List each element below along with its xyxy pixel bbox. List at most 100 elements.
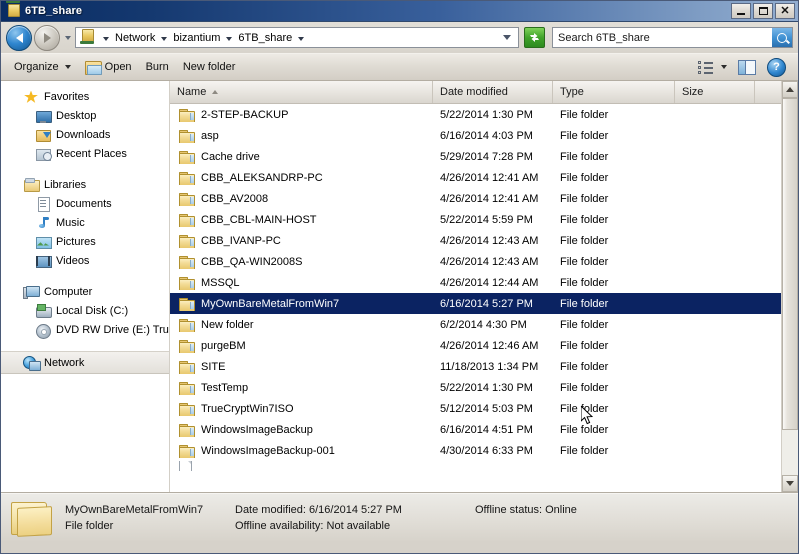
table-row[interactable]: asp 6/16/2014 4:03 PM File folder <box>170 125 798 146</box>
help-icon: ? <box>767 57 786 77</box>
table-row[interactable]: CBB_IVANP-PC 4/26/2014 12:43 AM File folde… <box>170 230 798 251</box>
cell-name[interactable]: New folder <box>170 318 433 332</box>
cell-date: 4/26/2014 12:43 AM <box>440 255 539 268</box>
column-header-date-modified[interactable]: Date modified <box>433 81 553 103</box>
recent-pages-dropdown[interactable] <box>62 26 73 50</box>
toolbar-right-group: ? <box>694 56 792 78</box>
cell-name[interactable]: MSSQL <box>170 276 433 290</box>
vertical-scrollbar[interactable] <box>781 81 798 492</box>
table-row[interactable] <box>170 461 798 471</box>
table-row[interactable]: purgeBM 4/26/2014 12:46 AM File folder <box>170 335 798 356</box>
help-button[interactable]: ? <box>763 56 790 78</box>
new-folder-button[interactable]: New folder <box>176 56 243 78</box>
table-row[interactable]: CBB_AV2008 4/26/2014 12:41 AM File folder <box>170 188 798 209</box>
folder-icon <box>179 402 195 416</box>
minimize-button[interactable] <box>731 3 751 19</box>
sidebar-item-downloads[interactable]: Downloads <box>1 125 169 144</box>
refresh-button[interactable] <box>524 27 545 48</box>
breadcrumb-separator-icon[interactable] <box>298 36 305 41</box>
search-input[interactable]: Search 6TB_share <box>553 32 772 44</box>
table-row[interactable]: Cache drive 5/29/2014 7:28 PM File folder <box>170 146 798 167</box>
cell-name[interactable]: TrueCryptWin7ISO <box>170 402 433 416</box>
breadcrumb-separator-icon[interactable] <box>161 36 168 41</box>
breadcrumb-separator-icon[interactable] <box>103 36 109 41</box>
scroll-down-button[interactable] <box>782 475 798 492</box>
chevron-down-icon[interactable] <box>503 35 511 40</box>
cell-name[interactable]: CBB_AV2008 <box>170 192 433 206</box>
sidebar-item-computer[interactable]: Computer <box>1 282 169 301</box>
search-button[interactable] <box>772 28 792 47</box>
open-button[interactable]: Open <box>78 56 139 78</box>
open-folder-icon <box>84 60 102 75</box>
table-row[interactable]: WindowsImageBackup-001 4/30/2014 6:33 PM F… <box>170 440 798 461</box>
sidebar-label-network: Network <box>44 356 85 369</box>
cell-name[interactable]: MyOwnBareMetalFromWin7 <box>170 297 433 311</box>
cell-name[interactable]: Cache drive <box>170 150 433 164</box>
forward-button[interactable] <box>34 24 60 51</box>
breadcrumb-bizantium[interactable]: bizantium <box>172 32 221 44</box>
breadcrumb-separator-icon[interactable] <box>226 36 233 41</box>
burn-button[interactable]: Burn <box>139 56 176 78</box>
table-row[interactable]: TrueCryptWin7ISO 5/12/2014 5:03 PM File fo… <box>170 398 798 419</box>
cell-name[interactable]: asp <box>170 129 433 143</box>
table-row[interactable]: CBB_QA-WIN2008S 4/26/2014 12:43 AM File fo… <box>170 251 798 272</box>
scrollbar-track[interactable] <box>782 98 798 475</box>
sidebar-item-dvd-rw-drive-e[interactable]: DVD RW Drive (E:) Tru <box>1 320 169 339</box>
cell-name[interactable]: CBB_IVANP-PC <box>170 234 433 248</box>
close-button[interactable]: ✕ <box>775 3 795 19</box>
back-button[interactable] <box>6 24 32 51</box>
table-row[interactable]: SITE 11/18/2013 1:34 PM File folder <box>170 356 798 377</box>
column-header-name[interactable]: Name <box>170 81 433 103</box>
file-rows-container[interactable]: 2-STEP-BACKUP 5/22/2014 1:30 PM File folde… <box>170 104 798 492</box>
column-header-type[interactable]: Type <box>553 81 675 103</box>
sidebar-item-videos[interactable]: Videos <box>1 251 169 270</box>
change-view-button[interactable] <box>694 56 731 78</box>
table-row[interactable]: MSSQL 4/26/2014 12:44 AM File folder <box>170 272 798 293</box>
title-bar[interactable]: 6TB_share ✕ <box>1 1 798 22</box>
sidebar-item-documents[interactable]: Documents <box>1 194 169 213</box>
cell-name[interactable]: WindowsImageBackup-001 <box>170 444 433 458</box>
cell-name[interactable]: CBB_QA-WIN2008S <box>170 255 433 269</box>
column-header-size[interactable]: Size <box>675 81 755 103</box>
sidebar-item-favorites[interactable]: Favorites <box>1 87 169 106</box>
sidebar-item-recent-places[interactable]: Recent Places <box>1 144 169 163</box>
organize-button[interactable]: Organize <box>7 56 78 78</box>
column-header-size-label: Size <box>682 86 704 98</box>
sidebar-item-desktop[interactable]: Desktop <box>1 106 169 125</box>
table-row[interactable]: TestTemp 5/22/2014 1:30 PM File folder <box>170 377 798 398</box>
sidebar-item-pictures[interactable]: Pictures <box>1 232 169 251</box>
table-row[interactable]: 2-STEP-BACKUP 5/22/2014 1:30 PM File folde… <box>170 104 798 125</box>
scroll-up-button[interactable] <box>782 81 798 98</box>
table-row[interactable]: CBB_ALEKSANDRP-PC 4/26/2014 12:41 AM File … <box>170 167 798 188</box>
breadcrumb-6tb-share[interactable]: 6TB_share <box>237 32 293 44</box>
file-icon <box>179 461 192 471</box>
chevron-down-icon <box>64 65 71 69</box>
cell-name[interactable]: 2-STEP-BACKUP <box>170 108 433 122</box>
search-box[interactable]: Search 6TB_share <box>552 27 793 48</box>
cell-name[interactable]: SITE <box>170 360 433 374</box>
address-bar[interactable]: Network bizantium 6TB_share <box>75 27 519 48</box>
table-row[interactable]: New folder 6/2/2014 4:30 PM File folder <box>170 314 798 335</box>
sidebar-item-network[interactable]: Network <box>1 351 169 374</box>
cell-name[interactable]: CBB_ALEKSANDRP-PC <box>170 171 433 185</box>
table-row[interactable]: MyOwnBareMetalFromWin7 6/16/2014 5:27 PM F… <box>170 293 798 314</box>
sidebar-item-music[interactable]: Music <box>1 213 169 232</box>
table-row[interactable]: WindowsImageBackup 6/16/2014 4:51 PM File … <box>170 419 798 440</box>
navigation-pane[interactable]: Favorites Desktop Downloads Recent Place… <box>1 81 170 492</box>
sidebar-item-libraries[interactable]: Libraries <box>1 175 169 194</box>
cell-date: 4/26/2014 12:43 AM <box>440 234 539 247</box>
breadcrumb-network[interactable]: Network <box>114 32 156 44</box>
cell-name[interactable] <box>170 461 433 471</box>
sidebar-item-local-disk-c[interactable]: Local Disk (C:) <box>1 301 169 320</box>
maximize-button[interactable] <box>753 3 773 19</box>
cell-name-label: TestTemp <box>201 381 249 394</box>
libraries-icon <box>23 177 40 193</box>
cell-name[interactable]: purgeBM <box>170 339 433 353</box>
cell-name[interactable]: WindowsImageBackup <box>170 423 433 437</box>
cell-name[interactable]: CBB_CBL-MAIN-HOST <box>170 213 433 227</box>
scrollbar-thumb[interactable] <box>782 98 798 430</box>
cell-date: 6/16/2014 4:51 PM <box>440 423 533 436</box>
preview-pane-button[interactable] <box>733 56 761 78</box>
table-row[interactable]: CBB_CBL-MAIN-HOST 5/22/2014 5:59 PM File f… <box>170 209 798 230</box>
cell-name[interactable]: TestTemp <box>170 381 433 395</box>
